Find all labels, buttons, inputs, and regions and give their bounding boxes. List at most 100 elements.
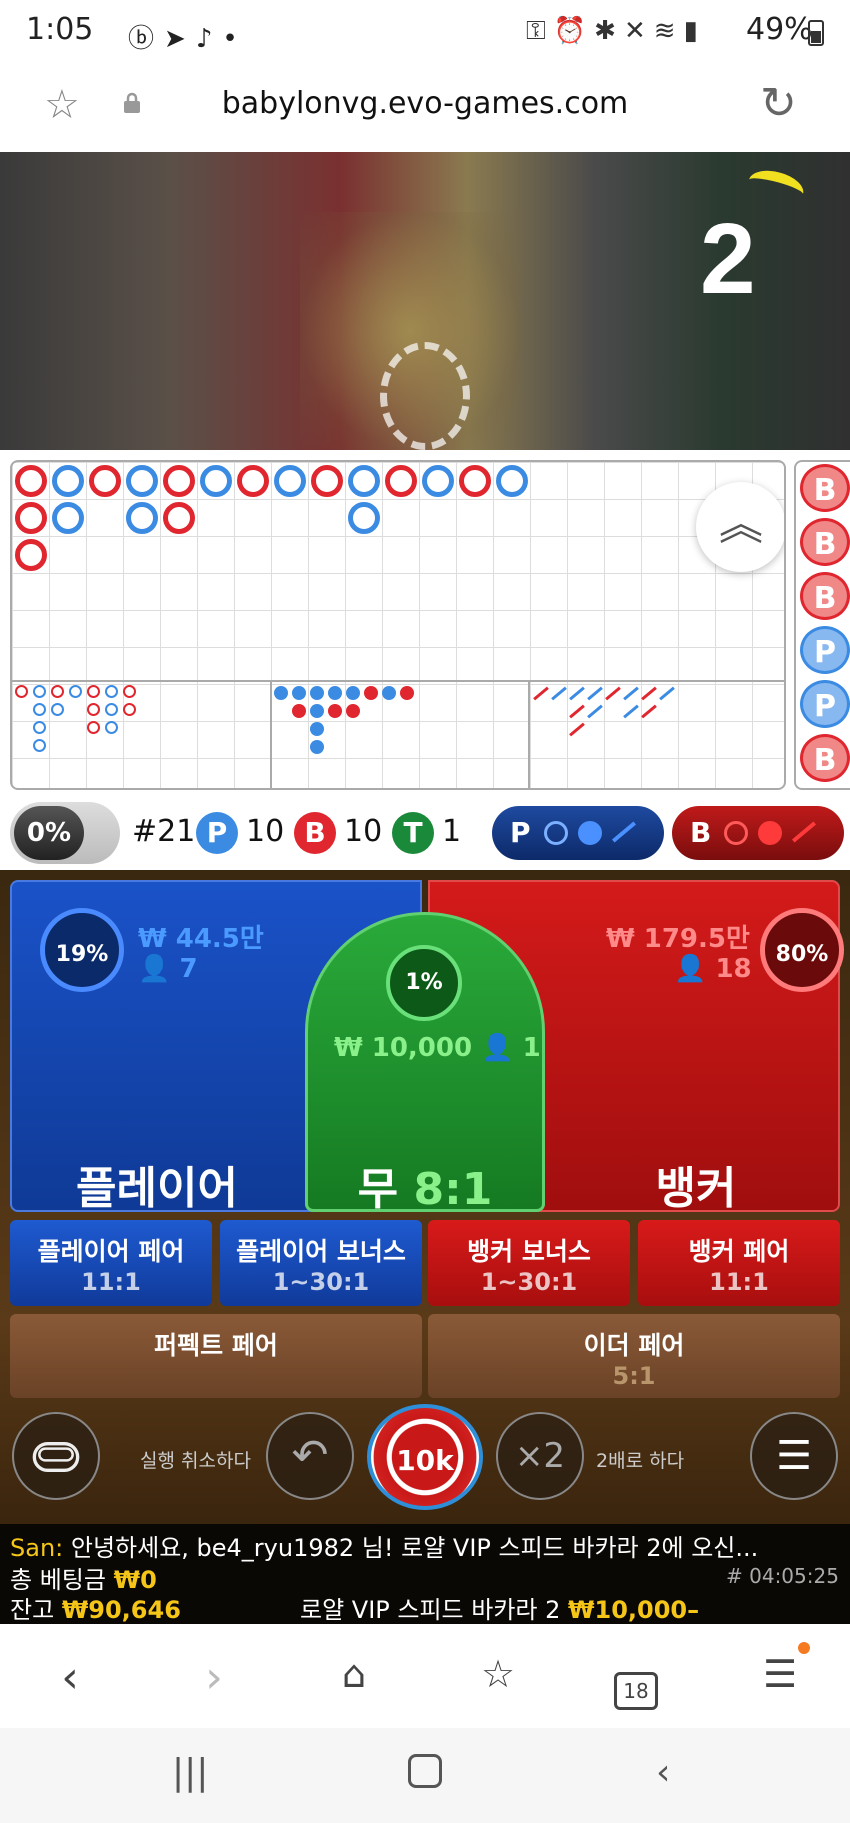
- signal-icon: ▮: [683, 16, 706, 46]
- road-cell: [89, 465, 121, 497]
- big-road-grid[interactable]: ︽: [10, 460, 786, 790]
- cockroach-cell: [659, 686, 675, 701]
- road-divider: [270, 680, 272, 788]
- telegram-icon: ➤: [164, 24, 196, 54]
- prediction-badge: B: [800, 464, 850, 512]
- small-road-cell: [310, 704, 324, 718]
- balance-label: 잔고: [10, 1596, 55, 1624]
- banker-bettors: 18: [715, 954, 752, 984]
- wifi-icon: ≋: [653, 16, 684, 46]
- undo-label: 실행 취소하다: [140, 1450, 251, 1472]
- tie-bet-zone[interactable]: 1% ₩ 10,000 👤 1 무 8:1: [305, 912, 545, 1215]
- forward-nav-icon[interactable]: ›: [184, 1652, 244, 1703]
- notification-dot: [798, 1642, 810, 1654]
- tabs-count: 18: [614, 1672, 658, 1710]
- eye-cell: [33, 739, 46, 752]
- small-road-cell: [310, 740, 324, 754]
- banker-bonus-button[interactable]: 뱅커 보너스 1~30:1: [428, 1220, 630, 1306]
- undo-icon: ↶: [291, 1430, 329, 1481]
- chat-message[interactable]: San: 안녕하세요, be4_ryu1982 님! 로얄 VIP 스피드 바카…: [10, 1528, 758, 1563]
- road-cell: [348, 465, 380, 497]
- dot-icon: [758, 821, 782, 845]
- road-cell: [200, 465, 232, 497]
- banker-ask-button[interactable]: B: [672, 806, 844, 860]
- chip-selector[interactable]: 10k: [367, 1404, 483, 1510]
- prediction-badge: B: [800, 734, 850, 782]
- expand-roadmap-button[interactable]: ︽: [696, 482, 784, 572]
- player-label: 플레이어: [76, 1163, 238, 1214]
- prediction-badge: P: [800, 680, 850, 728]
- clock: 1:05: [26, 12, 94, 47]
- road-cell: [52, 502, 84, 534]
- back-nav-icon[interactable]: ‹: [40, 1652, 100, 1703]
- table-view-button[interactable]: [12, 1412, 100, 1500]
- banker-pair-button[interactable]: 뱅커 페어 11:1: [638, 1220, 840, 1306]
- road-cell: [52, 465, 84, 497]
- eye-cell: [51, 703, 64, 716]
- side-bet-name: 뱅커 페어: [688, 1237, 790, 1266]
- stats-bar: 0% #21 P 10 B 10 T 1 P B: [0, 798, 850, 870]
- home-icon[interactable]: [408, 1754, 442, 1788]
- tie-badge: T: [392, 812, 434, 854]
- tabs-nav-button[interactable]: 18: [606, 1658, 666, 1710]
- live-video: 2: [0, 152, 850, 450]
- small-road-cell: [310, 686, 324, 700]
- perfect-pair-button[interactable]: 퍼펙트 페어: [10, 1314, 422, 1398]
- undo-button[interactable]: ↶: [266, 1412, 354, 1500]
- side-bet-odds: 5:1: [612, 1362, 656, 1390]
- tie-label-row: 무 8:1: [308, 1153, 542, 1217]
- player-ask-button[interactable]: P: [492, 806, 664, 860]
- banker-label: 뱅커: [655, 1163, 737, 1214]
- small-road-cell: [292, 686, 306, 700]
- cockroach-cell: [623, 686, 639, 701]
- bookmarks-nav-icon[interactable]: ☆: [468, 1652, 528, 1696]
- system-nav-bar: ||| ‹: [0, 1728, 850, 1823]
- url-text[interactable]: babylonvg.evo-games.com: [0, 86, 850, 121]
- eye-cell: [123, 685, 136, 698]
- player-ask-label: P: [510, 816, 531, 849]
- table-name: 로얄 VIP 스피드 바카라 2: [300, 1596, 561, 1624]
- eye-cell: [87, 721, 100, 734]
- prediction-badge: P: [800, 626, 850, 674]
- eye-cell: [105, 685, 118, 698]
- back-icon[interactable]: ‹: [656, 1752, 670, 1793]
- mute-icon: ✕: [623, 16, 654, 46]
- key-icon: ⚿: [526, 16, 554, 46]
- eye-cell: [69, 685, 82, 698]
- small-road-cell: [310, 722, 324, 736]
- double-button[interactable]: ×2: [496, 1412, 584, 1500]
- menu-button[interactable]: ☰: [750, 1412, 838, 1500]
- cockroach-cell: [641, 686, 657, 701]
- battery-icon: [808, 20, 824, 46]
- road-cell: [163, 502, 195, 534]
- browser-menu-icon[interactable]: ☰: [750, 1652, 810, 1696]
- alarm-icon: ⏰: [553, 16, 595, 46]
- banker-ask-label: B: [690, 816, 712, 849]
- either-pair-button[interactable]: 이더 페어 5:1: [428, 1314, 840, 1398]
- cockroach-cell: [533, 686, 549, 701]
- chat-text: 안녕하세요, be4_ryu1982 님! 로얄 VIP 스피드 바카라 2에 …: [63, 1534, 759, 1562]
- cockroach-cell: [587, 704, 603, 719]
- cockroach-cell: [569, 722, 585, 737]
- player-amount: ₩ 44.5만: [138, 924, 264, 954]
- percent-toggle[interactable]: 0%: [10, 802, 120, 864]
- tie-label: 무: [357, 1164, 399, 1215]
- side-bet-odds: 11:1: [81, 1268, 141, 1296]
- cockroach-cell: [551, 686, 567, 701]
- banker-percent-ring: 80%: [760, 908, 844, 992]
- small-road-cell: [274, 686, 288, 700]
- cockroach-cell: [587, 686, 603, 701]
- home-nav-icon[interactable]: ⌂: [324, 1652, 384, 1696]
- prediction-badge: B: [800, 572, 850, 620]
- hamburger-icon: ☰: [776, 1433, 812, 1479]
- player-bonus-button[interactable]: 플레이어 보너스 1~30:1: [220, 1220, 422, 1306]
- reload-icon[interactable]: ↻: [760, 78, 797, 129]
- system-icons: ⚿⏰✱✕≋▮: [526, 16, 706, 47]
- tie-amount-row: ₩ 10,000 👤 1: [334, 1033, 541, 1063]
- recents-icon[interactable]: |||: [172, 1752, 208, 1793]
- more-dot-icon: •: [222, 24, 248, 54]
- small-road-cell: [346, 686, 360, 700]
- player-pair-button[interactable]: 플레이어 페어 11:1: [10, 1220, 212, 1306]
- road-cell: [15, 465, 47, 497]
- cockroach-cell: [569, 686, 585, 701]
